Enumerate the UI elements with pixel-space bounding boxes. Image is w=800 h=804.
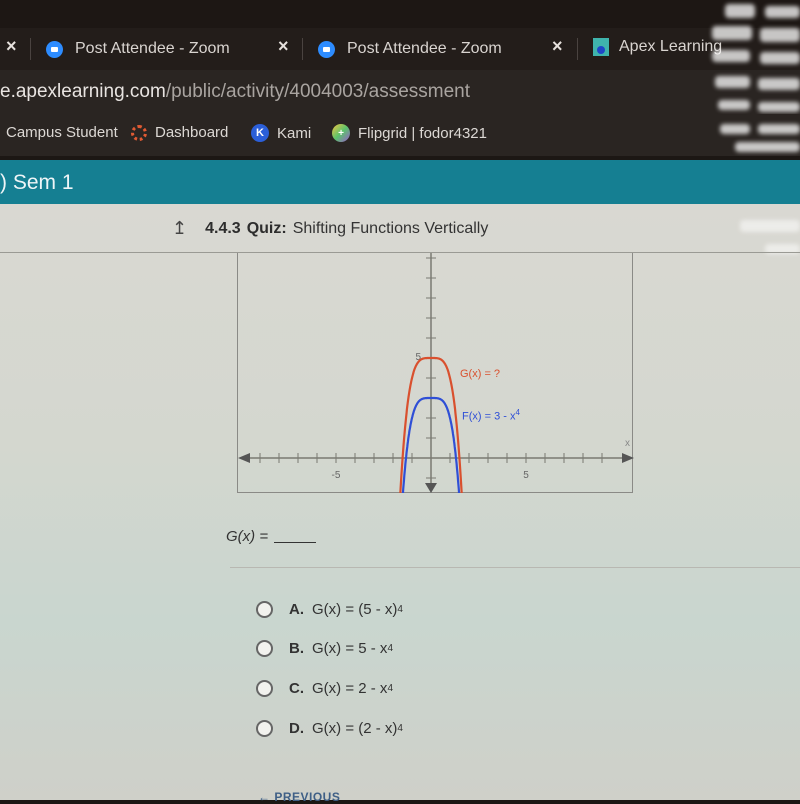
course-title[interactable]: ) Sem 1 bbox=[0, 171, 74, 195]
course-banner bbox=[0, 160, 800, 204]
zoom-icon bbox=[318, 40, 335, 58]
radio-button[interactable] bbox=[256, 680, 273, 697]
option-text: G(x) = 2 - x bbox=[312, 680, 388, 697]
option-exponent: 4 bbox=[387, 683, 393, 694]
screen-glare bbox=[760, 28, 800, 42]
url-field[interactable]: e.apexlearning.com/public/activity/40040… bbox=[0, 81, 470, 103]
apex-learning-icon bbox=[593, 38, 609, 56]
bookmark-label: Flipgrid | fodor4321 bbox=[358, 124, 487, 142]
option-b[interactable]: B. G(x) = 5 - x4 bbox=[256, 640, 393, 657]
close-tab-icon[interactable]: × bbox=[6, 36, 17, 57]
bookmark-dashboard[interactable]: Dashboard bbox=[131, 124, 228, 141]
tab-label: Post Attendee - Zoom bbox=[347, 40, 502, 57]
quiz-title: Shifting Functions Vertically bbox=[292, 219, 489, 237]
tab-apex-learning[interactable]: Apex Learning bbox=[593, 26, 722, 68]
quiz-number: 4.4.3 bbox=[205, 219, 241, 237]
graph-box: -5 5 5 x G(x) = ? F(x) = 3 - x4 bbox=[237, 253, 634, 493]
screen-glare bbox=[758, 124, 800, 134]
tab-separator bbox=[302, 38, 303, 60]
option-letter: A. bbox=[289, 601, 304, 618]
screen-glare bbox=[740, 220, 800, 232]
y-axis-arrow-down bbox=[425, 483, 437, 493]
option-text: G(x) = (5 - x) bbox=[312, 601, 398, 618]
flipgrid-icon: + bbox=[332, 124, 350, 142]
option-letter: C. bbox=[289, 680, 304, 697]
tab-zoom-1[interactable]: Post Attendee - Zoom bbox=[46, 28, 230, 70]
legend-f-text: F(x) = 3 - x bbox=[462, 410, 516, 423]
legend-f: F(x) = 3 - x4 bbox=[462, 408, 520, 423]
x-axis-arrow-right bbox=[622, 453, 634, 463]
option-exponent: 4 bbox=[397, 604, 403, 615]
answer-blank bbox=[274, 542, 317, 543]
close-tab-icon[interactable]: × bbox=[278, 36, 289, 57]
breadcrumb: ↥ 4.4.3 Quiz: Shifting Functions Vertica… bbox=[172, 218, 488, 239]
tab-separator bbox=[30, 38, 31, 60]
option-a[interactable]: A. G(x) = (5 - x) 4 bbox=[256, 601, 403, 618]
legend-g: G(x) = ? bbox=[460, 368, 501, 380]
option-exponent: 4 bbox=[387, 643, 393, 654]
option-text: G(x) = (2 - x) bbox=[312, 720, 398, 737]
bookmark-campus-student[interactable]: Campus Student bbox=[6, 124, 118, 141]
screen-glare bbox=[725, 4, 755, 18]
x-tick-label: 5 bbox=[523, 470, 529, 481]
question-text: G(x) = bbox=[226, 528, 269, 545]
bookmark-flipgrid[interactable]: + Flipgrid | fodor4321 bbox=[332, 124, 487, 142]
radio-button[interactable] bbox=[256, 720, 273, 737]
bookmark-label: Kami bbox=[277, 124, 312, 142]
up-arrow-icon[interactable]: ↥ bbox=[172, 218, 187, 239]
url-path: /public/activity/4004003/assessment bbox=[165, 81, 470, 102]
zoom-icon bbox=[46, 40, 63, 58]
divider bbox=[230, 567, 800, 568]
radio-button[interactable] bbox=[256, 601, 273, 618]
screen-glare bbox=[720, 124, 750, 134]
option-exponent: 4 bbox=[397, 723, 403, 734]
tab-zoom-2[interactable]: Post Attendee - Zoom bbox=[318, 28, 502, 70]
screen-glare bbox=[760, 52, 800, 64]
option-c[interactable]: C. G(x) = 2 - x4 bbox=[256, 680, 393, 697]
bookmark-label: Campus Student bbox=[6, 124, 118, 141]
dashboard-ring-icon bbox=[131, 124, 147, 141]
close-tab-icon[interactable]: × bbox=[552, 36, 563, 57]
screen-glare bbox=[715, 76, 750, 88]
legend-f-sup: 4 bbox=[515, 408, 520, 417]
background-dark bbox=[0, 0, 800, 28]
screen-glare bbox=[712, 50, 750, 62]
x-tick-label: -5 bbox=[332, 470, 341, 481]
quiz-type: Quiz: bbox=[246, 219, 287, 237]
bookmark-label: Dashboard bbox=[155, 124, 229, 141]
radio-button[interactable] bbox=[256, 640, 273, 657]
x-axis-arrow-left bbox=[238, 453, 250, 463]
option-text: G(x) = 5 - x bbox=[312, 640, 388, 657]
option-letter: B. bbox=[289, 640, 304, 657]
url-host: e.apexlearning.com bbox=[0, 81, 166, 102]
screen-glare bbox=[735, 142, 800, 152]
tab-label: Post Attendee - Zoom bbox=[75, 40, 230, 57]
previous-button[interactable]: ← PREVIOUS bbox=[258, 790, 340, 804]
tab-label: Apex Learning bbox=[619, 38, 723, 55]
kami-icon: K bbox=[251, 124, 269, 142]
screen-glare bbox=[758, 102, 800, 112]
x-axis-label: x bbox=[625, 438, 630, 449]
screen-glare bbox=[758, 78, 800, 90]
tab-separator bbox=[577, 38, 578, 60]
option-d[interactable]: D. G(x) = (2 - x) 4 bbox=[256, 720, 403, 737]
question-prompt: G(x) = bbox=[226, 528, 317, 545]
screen-glare bbox=[718, 100, 750, 110]
function-graph: -5 55x bbox=[238, 253, 634, 493]
option-letter: D. bbox=[289, 720, 304, 737]
screen-glare bbox=[712, 26, 752, 40]
bookmark-kami[interactable]: K Kami bbox=[251, 124, 311, 142]
screen-glare bbox=[765, 6, 800, 18]
